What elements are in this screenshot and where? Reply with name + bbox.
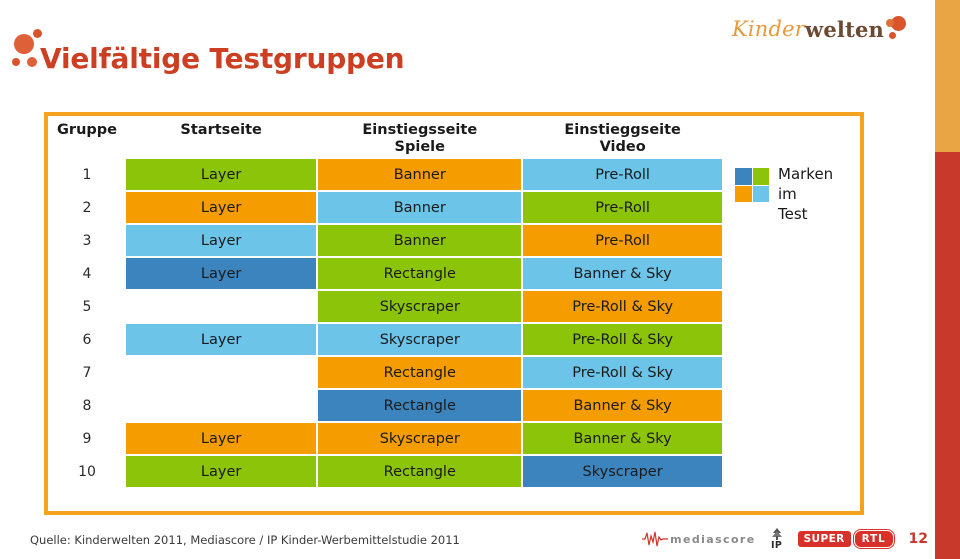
page-number: 12 — [908, 531, 928, 548]
cell-group-number: 8 — [82, 397, 92, 414]
ip-label: IP — [771, 540, 783, 551]
cell-video: Skyscraper — [523, 456, 722, 488]
cell-spiele: Rectangle — [318, 357, 522, 389]
cell-spiele: Banner — [318, 159, 522, 191]
cell-startseite: Layer — [126, 225, 317, 257]
col-header-einstiegsseite-spiele: Einstiegsseite Spiele — [362, 122, 478, 155]
table-row: 3 Layer Banner Pre-Roll — [50, 225, 722, 257]
table-row: 7 Rectangle Pre-Roll & Sky — [50, 357, 722, 389]
table-row: 5 Skyscraper Pre-Roll & Sky — [50, 291, 722, 323]
cell-group-number: 2 — [82, 199, 92, 216]
legend-swatch-4 — [752, 185, 769, 202]
page-title: Vielfältige Testgruppen — [40, 42, 405, 75]
cell-group-number: 9 — [82, 430, 92, 447]
cell-video: Pre-Roll — [523, 225, 722, 257]
cell-group-number: 1 — [82, 166, 92, 183]
legend: Marken im Test — [735, 165, 833, 224]
cell-spiele: Banner — [318, 225, 522, 257]
cell-startseite: Layer — [126, 258, 317, 290]
cell-video: Pre-Roll & Sky — [523, 357, 722, 389]
cell-spiele: Banner — [318, 192, 522, 224]
logo-text-kinder: Kinder — [732, 17, 806, 41]
cell-spiele: Rectangle — [318, 390, 522, 422]
cell-spiele: Skyscraper — [318, 324, 522, 356]
cell-spiele: Rectangle — [318, 456, 522, 488]
legend-swatch-2 — [752, 168, 769, 185]
cell-video: Banner & Sky — [523, 390, 722, 422]
right-edge-bar-top — [935, 0, 960, 152]
cell-video: Pre-Roll & Sky — [523, 291, 722, 323]
cell-group-number: 4 — [82, 265, 92, 282]
kinderwelten-logo: Kinder welten — [732, 12, 915, 46]
table-row: 10 Layer Rectangle Skyscraper — [50, 456, 722, 488]
cell-startseite: Layer — [126, 192, 317, 224]
cell-startseite — [126, 390, 316, 421]
cell-group-number: 5 — [82, 298, 92, 315]
col-header-startseite: Startseite — [180, 122, 262, 138]
col-header-gruppe: Gruppe — [57, 122, 117, 138]
super-rtl-logo: SUPER RTL — [797, 529, 895, 550]
legend-swatch-icon — [735, 168, 769, 202]
cell-group-number: 7 — [82, 364, 92, 381]
table-row: 6 Layer Skyscraper Pre-Roll & Sky — [50, 324, 722, 356]
right-edge-bar-bottom — [935, 152, 960, 559]
cell-group-number: 3 — [82, 232, 92, 249]
legend-swatch-3 — [735, 185, 752, 202]
legend-label: Marken im Test — [778, 165, 834, 223]
table-row: 2 Layer Banner Pre-Roll — [50, 192, 722, 224]
logo-text-welten: welten — [805, 16, 884, 42]
cell-startseite — [126, 291, 316, 322]
logo-dots-icon — [885, 14, 915, 44]
cell-video: Pre-Roll — [523, 159, 722, 191]
table-row: 8 Rectangle Banner & Sky — [50, 390, 722, 422]
cell-startseite: Layer — [126, 456, 317, 488]
legend-swatch-1 — [735, 168, 752, 185]
testgroups-table: Gruppe Startseite Einstiegsseite Spiele … — [48, 116, 724, 489]
col-header-einstiegsseite-video: Einstieggseite Video — [564, 122, 681, 155]
waveform-icon — [642, 532, 669, 547]
cell-spiele: Skyscraper — [318, 291, 522, 323]
table-row: 9 Layer Skyscraper Banner & Sky — [50, 423, 722, 455]
mediascore-logo: mediascore — [642, 531, 756, 547]
footer-logos: mediascore IP SUPER RTL 12 — [642, 528, 928, 551]
cell-group-number: 6 — [82, 331, 92, 348]
cell-startseite: Layer — [126, 159, 317, 191]
source-note: Quelle: Kinderwelten 2011, Mediascore / … — [30, 533, 460, 547]
table-row: 4 Layer Rectangle Banner & Sky — [50, 258, 722, 290]
cell-video: Banner & Sky — [523, 258, 722, 290]
cell-video: Pre-Roll & Sky — [523, 324, 722, 356]
super-rtl-rtl-label: RTL — [852, 529, 895, 550]
cell-group-number: 10 — [78, 463, 96, 480]
cell-startseite — [126, 357, 316, 388]
super-rtl-super-label: SUPER — [797, 531, 851, 548]
table-header-row: Gruppe Startseite Einstiegsseite Spiele … — [50, 118, 722, 157]
cell-video: Pre-Roll — [523, 192, 722, 224]
mediascore-label: mediascore — [670, 532, 756, 546]
table-row: 1 Layer Banner Pre-Roll — [50, 159, 722, 191]
cell-video: Banner & Sky — [523, 423, 722, 455]
cell-spiele: Skyscraper — [318, 423, 522, 455]
ip-logo: IP — [769, 528, 785, 551]
cell-spiele: Rectangle — [318, 258, 522, 290]
cell-startseite: Layer — [126, 324, 317, 356]
cell-startseite: Layer — [126, 423, 317, 455]
